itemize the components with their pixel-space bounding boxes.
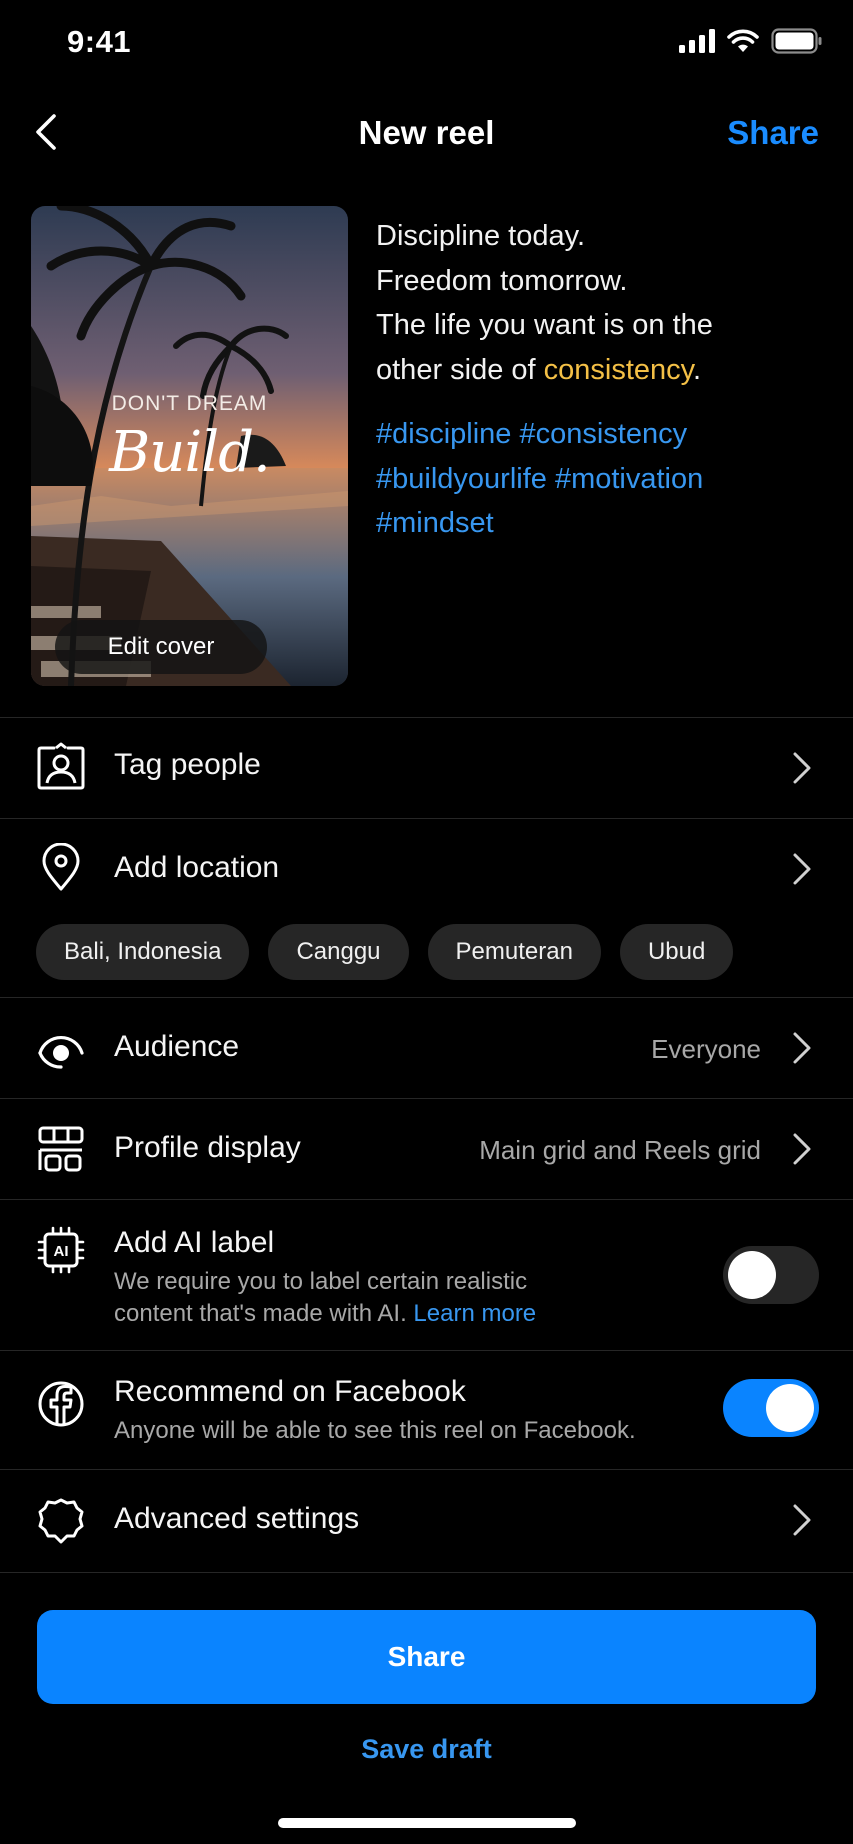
- caption-line-prefix: other side of: [376, 353, 544, 386]
- ai-label-toggle[interactable]: [723, 1246, 819, 1304]
- grid-display-icon: [38, 1126, 84, 1172]
- share-header-button[interactable]: Share: [727, 114, 819, 152]
- reel-cover[interactable]: DON'T DREAM Build. Edit cover: [31, 206, 348, 686]
- location-chip[interactable]: Bali, Indonesia: [36, 924, 250, 980]
- ai-label-description: We require you to label certain realisti…: [114, 1266, 714, 1330]
- toggle-knob: [766, 1384, 814, 1432]
- svg-text:AI: AI: [54, 1243, 69, 1260]
- cover-text-big: Build.: [109, 420, 271, 485]
- hashtag-line: #discipline #consistency: [376, 418, 688, 450]
- cover-text-small: DON'T DREAM: [111, 392, 268, 415]
- audience-label: Audience: [114, 1030, 240, 1063]
- recommend-facebook-toggle[interactable]: [723, 1379, 819, 1437]
- status-icons: [679, 28, 823, 54]
- advanced-settings-row[interactable]: Advanced settings: [0, 1470, 853, 1570]
- audience-row[interactable]: Audience Everyone: [0, 998, 853, 1098]
- audience-eye-icon: [38, 1036, 84, 1069]
- location-chip[interactable]: Canggu: [268, 924, 409, 980]
- learn-more-link[interactable]: Learn more: [413, 1300, 536, 1327]
- ai-label-desc-line: We require you to label certain realisti…: [114, 1268, 528, 1295]
- caption-line-suffix: .: [693, 353, 702, 386]
- chevron-right-icon: [793, 853, 811, 885]
- caption-line: The life you want is on the: [376, 309, 713, 341]
- gear-icon: [38, 1498, 84, 1544]
- profile-display-row[interactable]: Profile display Main grid and Reels grid: [0, 1099, 853, 1199]
- location-pin-icon: [42, 843, 80, 891]
- tag-person-icon: [37, 742, 85, 790]
- caption-text[interactable]: Discipline today. Freedom tomorrow. The …: [376, 214, 826, 392]
- add-location-row[interactable]: Add location: [0, 819, 853, 919]
- chevron-right-icon: [793, 1504, 811, 1536]
- profile-display-label: Profile display: [114, 1131, 301, 1164]
- caption-hashtags[interactable]: #discipline #consistency #buildyourlife …: [376, 412, 836, 546]
- edit-cover-button[interactable]: Edit cover: [55, 620, 267, 674]
- share-button[interactable]: Share: [37, 1610, 816, 1704]
- location-chips: Bali, Indonesia Canggu Pemuteran Ubud: [36, 924, 734, 980]
- ai-chip-icon: AI: [37, 1226, 85, 1274]
- tag-people-row[interactable]: Tag people: [0, 718, 853, 818]
- recommend-facebook-row: Recommend on Facebook Anyone will be abl…: [0, 1351, 853, 1468]
- hashtag-line: #buildyourlife #motivation: [376, 462, 704, 495]
- battery-icon: [771, 28, 822, 54]
- location-chip[interactable]: Pemuteran: [427, 924, 601, 980]
- ai-label-desc-text: content that's made with AI.: [114, 1300, 414, 1327]
- audience-value: Everyone: [651, 1034, 761, 1064]
- ai-label-row: AI Add AI label We require you to label …: [0, 1200, 853, 1350]
- tag-people-label: Tag people: [114, 748, 261, 781]
- caption-highlight: consistency: [543, 353, 694, 386]
- facebook-icon: [38, 1381, 84, 1427]
- caption-line: Discipline today.: [376, 220, 586, 252]
- ai-label-title: Add AI label: [114, 1226, 275, 1259]
- status-time: 9:41: [67, 24, 132, 59]
- page-title: New reel: [358, 114, 495, 151]
- wifi-icon: [727, 29, 759, 52]
- caption-line: other side of consistency.: [376, 348, 826, 393]
- toggle-knob: [728, 1251, 776, 1299]
- home-indicator[interactable]: [278, 1818, 576, 1828]
- location-chip[interactable]: Ubud: [619, 924, 734, 980]
- signal-icon: [679, 29, 715, 53]
- chevron-right-icon: [793, 1133, 811, 1165]
- caption-line: Freedom tomorrow.: [376, 264, 628, 297]
- recommend-facebook-label: Recommend on Facebook: [114, 1375, 466, 1408]
- profile-display-value: Main grid and Reels grid: [479, 1135, 761, 1165]
- recommend-facebook-description: Anyone will be able to see this reel on …: [114, 1417, 636, 1444]
- chevron-right-icon: [793, 752, 811, 784]
- save-draft-button[interactable]: Save draft: [0, 1734, 853, 1765]
- chevron-right-icon: [793, 1032, 811, 1064]
- divider: [0, 1572, 853, 1573]
- add-location-label: Add location: [114, 851, 280, 884]
- hashtag-line: #mindset: [376, 507, 494, 539]
- advanced-settings-label: Advanced settings: [114, 1502, 360, 1535]
- ai-label-desc-line: content that's made with AI. Learn more: [114, 1298, 714, 1330]
